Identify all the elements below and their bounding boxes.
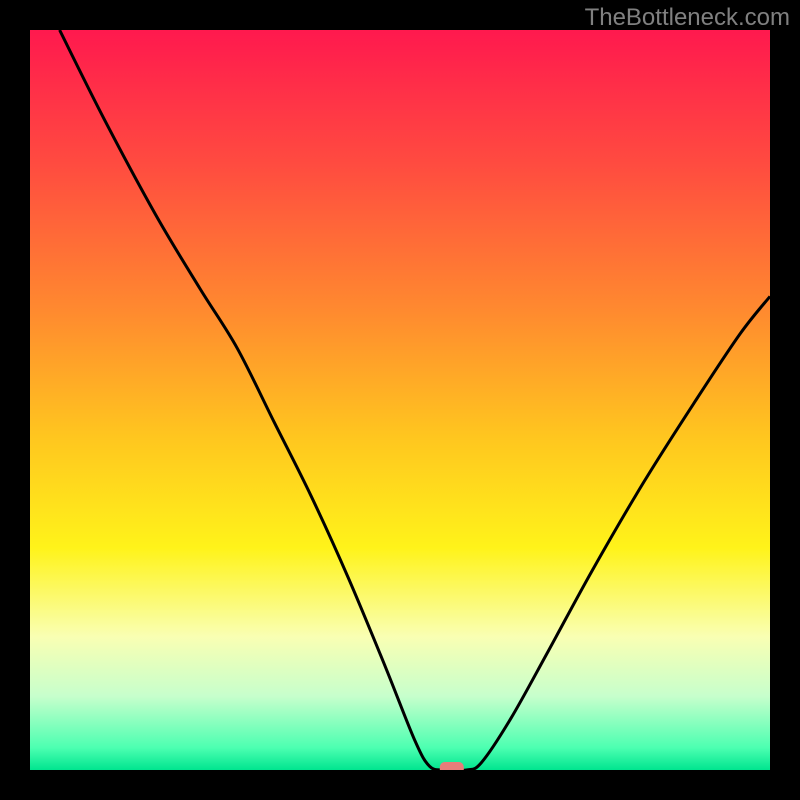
watermark-text: TheBottleneck.com [585, 4, 790, 32]
bottleneck-chart [30, 30, 770, 770]
chart-svg [30, 30, 770, 770]
chart-gradient-background [30, 30, 770, 770]
chart-marker-point [440, 762, 464, 770]
